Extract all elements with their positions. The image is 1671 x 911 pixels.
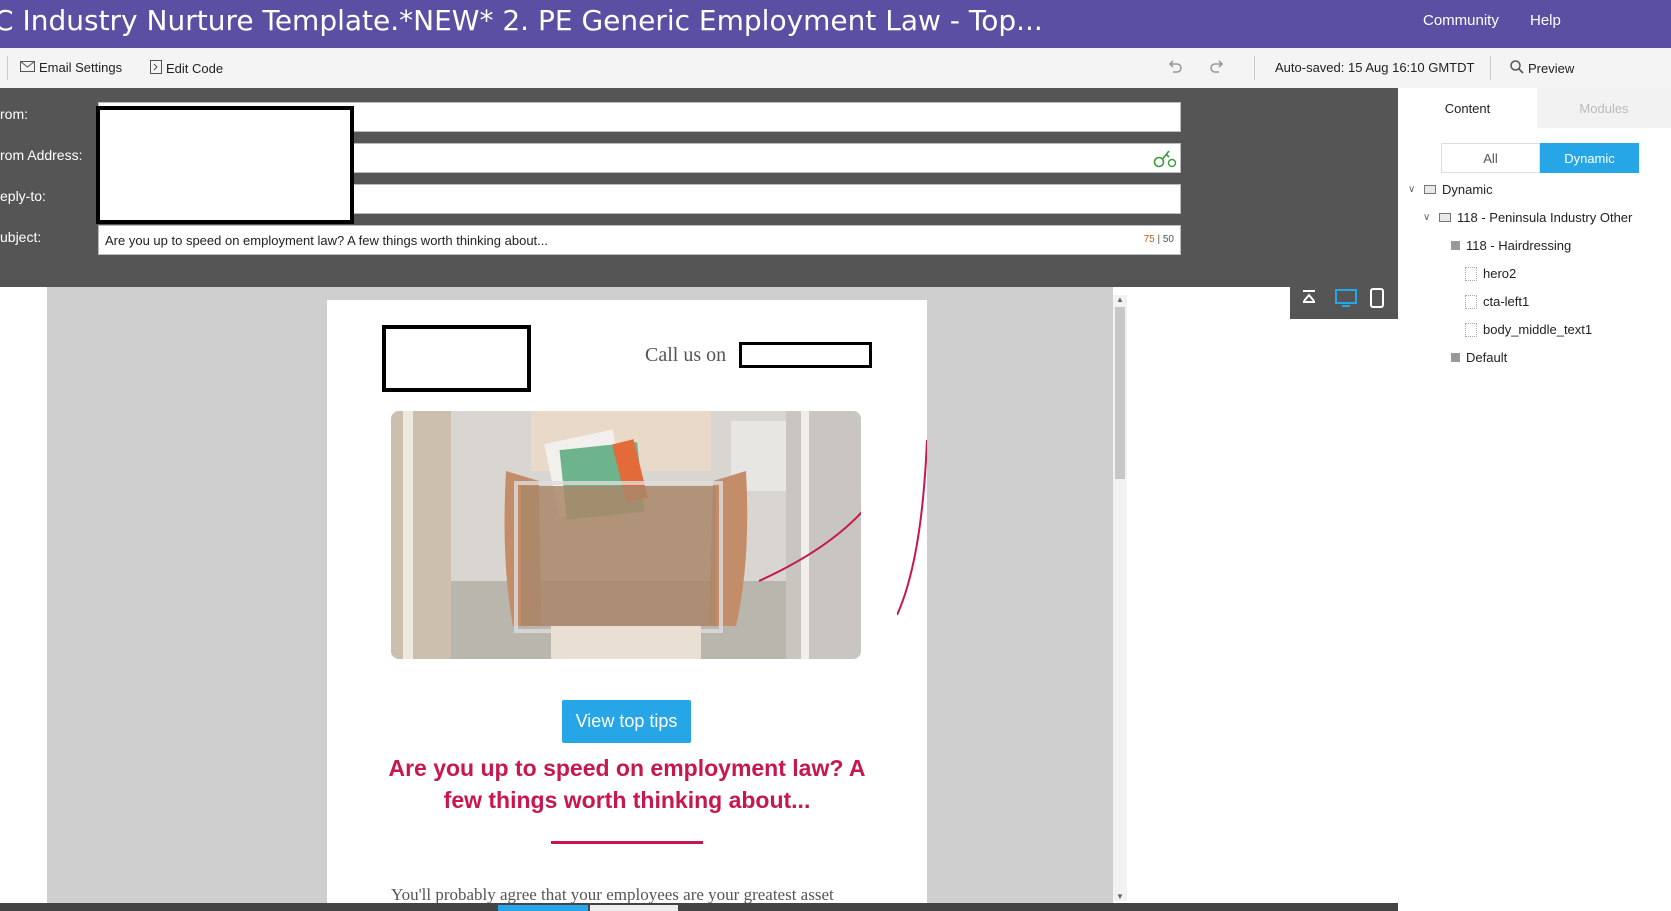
chevron-down-icon[interactable]: ∨ bbox=[1408, 184, 1418, 195]
code-file-icon bbox=[150, 60, 162, 77]
scroll-track bbox=[590, 905, 678, 911]
phone-redaction bbox=[739, 342, 872, 368]
tree-segment-label: 118 - Hairdressing bbox=[1466, 238, 1572, 253]
tab-modules[interactable]: Modules bbox=[1537, 88, 1671, 128]
toolbar-divider bbox=[7, 56, 8, 80]
redo-button[interactable] bbox=[1209, 60, 1225, 77]
desktop-view-icon[interactable] bbox=[1334, 288, 1358, 313]
mobile-view-icon[interactable] bbox=[1370, 288, 1384, 313]
tree-item-label: body_middle_text1 bbox=[1483, 322, 1593, 337]
autosave-status: Auto-saved: 15 Aug 16:10 GMTDT bbox=[1275, 60, 1475, 75]
canvas-scrollbar[interactable]: ▲ ▼ bbox=[1113, 295, 1127, 901]
content-block-icon bbox=[1465, 294, 1477, 309]
subject-char-counter: 75 | 50 bbox=[1143, 234, 1174, 245]
folder-icon bbox=[1424, 185, 1436, 194]
hero-image[interactable] bbox=[391, 411, 861, 659]
decorative-curve bbox=[897, 440, 927, 616]
email-body-text[interactable]: You'll probably agree that your employee… bbox=[391, 885, 871, 905]
headline-divider bbox=[551, 841, 703, 844]
redaction-box bbox=[96, 106, 354, 224]
logo-redaction bbox=[382, 325, 531, 392]
view-top-tips-button[interactable]: View top tips bbox=[562, 700, 691, 743]
content-sidebar: Content Modules All Dynamic ∨ Dynamic ∨ … bbox=[1398, 88, 1671, 911]
editor-canvas: Call us on View top tips Are you up to s… bbox=[0, 281, 1398, 911]
tree-item-label: hero2 bbox=[1483, 266, 1517, 281]
content-block-icon bbox=[1465, 322, 1477, 337]
tree-segment-default[interactable]: Default bbox=[1451, 350, 1507, 365]
canvas-background: Call us on View top tips Are you up to s… bbox=[47, 287, 1113, 911]
tree-item-cta-left1[interactable]: cta-left1 bbox=[1465, 294, 1529, 309]
toolbar-divider bbox=[1490, 56, 1491, 80]
undo-button[interactable] bbox=[1167, 60, 1183, 77]
segment-icon bbox=[1451, 353, 1460, 362]
undo-icon bbox=[1167, 60, 1183, 77]
reply-to-label: eply-to: bbox=[0, 188, 46, 204]
email-headline[interactable]: Are you up to speed on employment law? A… bbox=[367, 752, 887, 816]
magnifier-icon bbox=[1510, 60, 1524, 77]
scroll-up-icon[interactable]: ▲ bbox=[1116, 295, 1124, 304]
subject-char-count: 75 bbox=[1143, 234, 1155, 245]
email-header-fields: rom: rom Address: eply-to: ubject: Are y… bbox=[0, 88, 1398, 287]
segment-icon bbox=[1451, 241, 1460, 250]
tree-default-label: Default bbox=[1466, 350, 1508, 365]
chevron-down-icon[interactable]: ∨ bbox=[1423, 212, 1433, 223]
sidebar-tabs: Content Modules bbox=[1398, 88, 1671, 128]
tree-segment-hairdressing[interactable]: 118 - Hairdressing bbox=[1451, 238, 1571, 253]
scroll-to-top-icon[interactable] bbox=[1300, 288, 1318, 311]
tree-item-label: cta-left1 bbox=[1483, 294, 1530, 309]
subject-value: Are you up to speed on employment law? A… bbox=[105, 233, 548, 248]
from-address-label: rom Address: bbox=[0, 147, 83, 163]
subject-field[interactable]: Are you up to speed on employment law? A… bbox=[98, 225, 1181, 255]
call-us-text: Call us on bbox=[645, 344, 727, 366]
tree-item-body-middle-text1[interactable]: body_middle_text1 bbox=[1465, 322, 1592, 337]
nav-community[interactable]: Community bbox=[1423, 12, 1499, 29]
nav-help[interactable]: Help bbox=[1530, 12, 1561, 29]
preview-button[interactable]: Preview bbox=[1510, 60, 1574, 77]
filter-dynamic[interactable]: Dynamic bbox=[1540, 143, 1639, 173]
folder-icon bbox=[1439, 213, 1451, 222]
scrollbar-thumb[interactable] bbox=[1115, 307, 1125, 479]
scroll-indicator bbox=[498, 905, 588, 911]
email-settings-label: Email Settings bbox=[39, 60, 123, 75]
email-preview: Call us on View top tips Are you up to s… bbox=[327, 300, 927, 911]
email-title: C Industry Nurture Template.*NEW* 2. PE … bbox=[0, 4, 1043, 37]
tree-group[interactable]: ∨ 118 - Peninsula Industry Other bbox=[1423, 210, 1632, 225]
content-block-icon bbox=[1465, 266, 1477, 281]
redo-icon bbox=[1209, 60, 1225, 77]
tree-root-dynamic[interactable]: ∨ Dynamic bbox=[1408, 182, 1493, 197]
token-icon[interactable] bbox=[1153, 148, 1177, 173]
envelope-icon bbox=[20, 60, 35, 75]
tree-item-hero2[interactable]: hero2 bbox=[1465, 266, 1516, 281]
edit-code-button[interactable]: Edit Code bbox=[150, 60, 223, 77]
subject-char-limit: 50 bbox=[1162, 234, 1174, 245]
email-settings-button[interactable]: Email Settings bbox=[20, 60, 122, 75]
horizontal-scrollbar[interactable] bbox=[0, 903, 1398, 911]
toolbar: Email Settings Edit Code Auto-saved: 15 … bbox=[0, 48, 1671, 89]
subject-label: ubject: bbox=[0, 229, 42, 245]
tab-content[interactable]: Content bbox=[1398, 88, 1537, 128]
tree-root-label: Dynamic bbox=[1442, 182, 1493, 197]
scroll-down-icon[interactable]: ▼ bbox=[1116, 892, 1124, 901]
device-toggle-bar bbox=[1290, 281, 1398, 319]
title-bar: C Industry Nurture Template.*NEW* 2. PE … bbox=[0, 0, 1671, 48]
from-label: rom: bbox=[0, 106, 28, 122]
tree-group-label: 118 - Peninsula Industry Other bbox=[1457, 210, 1633, 225]
filter-all[interactable]: All bbox=[1441, 143, 1540, 173]
edit-code-label: Edit Code bbox=[166, 61, 224, 76]
preview-label: Preview bbox=[1528, 61, 1575, 76]
toolbar-divider bbox=[1254, 56, 1255, 80]
